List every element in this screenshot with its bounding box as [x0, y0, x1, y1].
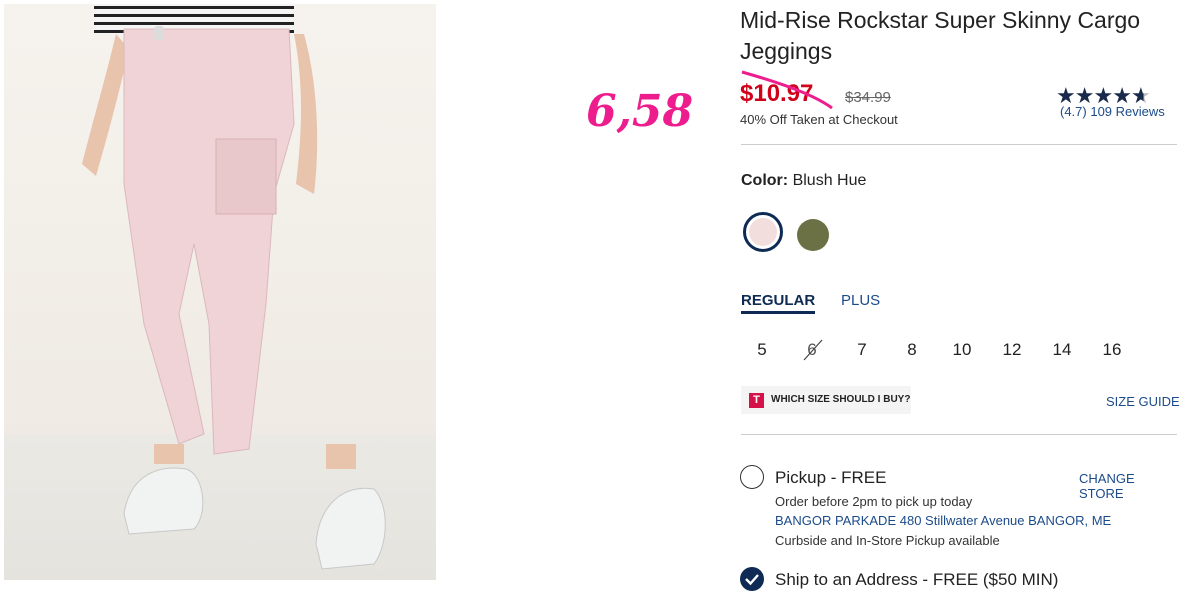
size-option[interactable]: 10 — [942, 340, 982, 360]
color-label: Color: Blush Hue — [741, 172, 867, 189]
swatch-olive[interactable] — [797, 219, 829, 251]
product-image[interactable] — [4, 4, 436, 580]
divider — [741, 434, 1177, 435]
pickup-label: Pickup - FREE — [775, 468, 887, 487]
cargo-pocket — [215, 138, 277, 215]
size-option[interactable]: 14 — [1042, 340, 1082, 360]
tab-regular[interactable]: REGULAR — [741, 292, 816, 314]
size-option[interactable]: 5 — [742, 340, 782, 360]
reviews-link[interactable]: (4.7) 109 Reviews — [1060, 104, 1165, 119]
product-title: Mid-Rise Rockstar Super Skinny Cargo Jeg… — [740, 7, 1141, 64]
right-arm — [294, 34, 318, 194]
change-store-link[interactable]: CHANGE STORE — [1079, 471, 1181, 501]
pants — [123, 28, 295, 455]
which-size-button[interactable]: T WHICH SIZE SHOULD I BUY? — [741, 386, 911, 414]
price-annotation: 6,58 — [586, 86, 694, 137]
model-illustration — [82, 4, 386, 570]
pickup-availability: Curbside and In-Store Pickup available — [775, 533, 1000, 548]
which-size-label: WHICH SIZE SHOULD I BUY? — [771, 394, 911, 405]
pickup-cutoff: Order before 2pm to pick up today — [775, 494, 973, 509]
size-option[interactable]: 7 — [842, 340, 882, 360]
size-option[interactable]: 12 — [992, 340, 1032, 360]
tab-plus[interactable]: PLUS — [841, 292, 880, 309]
original-price: $34.99 — [845, 89, 891, 106]
size-option-unavailable[interactable]: 6 — [792, 339, 832, 361]
divider — [741, 144, 1177, 145]
price-strike-mark — [741, 70, 833, 110]
left-arm — [82, 34, 129, 176]
size-option[interactable]: 16 — [1092, 340, 1132, 360]
right-shoe — [315, 487, 386, 570]
left-shoe — [123, 467, 204, 535]
selected-color: Blush Hue — [792, 172, 867, 189]
button — [154, 26, 164, 40]
size-guide-link[interactable]: SIZE GUIDE — [1106, 394, 1180, 409]
swatch-blush-hue[interactable] — [749, 218, 777, 246]
store-address[interactable]: BANGOR PARKADE 480 Stillwater Avenue BAN… — [775, 513, 1111, 528]
pickup-radio[interactable] — [740, 465, 764, 489]
promo-text: 40% Off Taken at Checkout — [740, 112, 898, 127]
ship-label: Ship to an Address - FREE ($50 MIN) — [775, 570, 1059, 589]
ship-radio-checked[interactable] — [740, 567, 764, 591]
truefit-icon: T — [749, 393, 764, 408]
checkmark-icon — [745, 574, 759, 586]
unavailable-slash-icon — [803, 339, 823, 361]
size-option[interactable]: 8 — [892, 340, 932, 360]
